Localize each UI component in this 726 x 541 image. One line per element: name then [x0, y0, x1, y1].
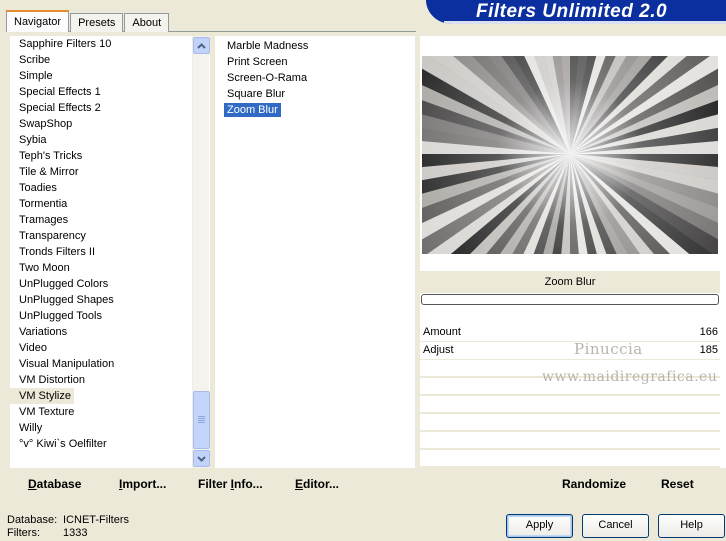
category-item[interactable]: Scribe: [10, 52, 192, 68]
button-label: Filter: [198, 477, 231, 491]
database-info: Database: ICNET-Filters Filters: 1333: [7, 514, 129, 540]
category-item[interactable]: Tramages: [10, 212, 192, 228]
progress-bar: [421, 294, 719, 305]
filter-item-label: Square Blur: [227, 88, 286, 100]
category-item[interactable]: SwapShop: [10, 116, 192, 132]
param-label: Adjust: [423, 344, 454, 356]
category-item[interactable]: Toadies: [10, 180, 192, 196]
app-title: Filters Unlimited 2.0: [476, 1, 668, 22]
category-item[interactable]: UnPlugged Tools: [10, 308, 192, 324]
apply-button[interactable]: Apply: [506, 514, 573, 538]
category-item[interactable]: Tormentia: [10, 196, 192, 212]
category-scrollbar[interactable]: [192, 36, 210, 468]
button-label: ditor...: [303, 477, 340, 491]
filter-info-button[interactable]: Filter Info...: [198, 477, 263, 491]
param-adjust[interactable]: Adjust 185: [420, 342, 720, 360]
category-item[interactable]: Visual Manipulation: [10, 356, 192, 372]
button-label: atabase: [36, 477, 82, 491]
filter-list[interactable]: Marble Madness Print Screen Screen-O-Rama S…: [215, 36, 415, 468]
category-item[interactable]: Special Effects 2: [10, 100, 192, 116]
selected-filter-name: Zoom Blur: [420, 271, 720, 293]
scroll-thumb[interactable]: [193, 391, 210, 449]
tab-about[interactable]: About: [124, 13, 170, 32]
watermark-name: Pinuccia: [574, 340, 643, 358]
filter-item-label: Zoom Blur: [224, 103, 281, 117]
param-value: 185: [699, 344, 718, 356]
param-empty-row: [420, 414, 720, 432]
preview-image: [422, 56, 718, 254]
category-item[interactable]: Teph's Tricks: [10, 148, 192, 164]
category-item[interactable]: Simple: [10, 68, 192, 84]
randomize-button[interactable]: Randomize: [562, 477, 626, 491]
category-item[interactable]: Sybia: [10, 132, 192, 148]
filter-item-label: Print Screen: [227, 56, 288, 68]
list-toolbar: Database Import... Filter Info... Editor…: [10, 470, 416, 498]
filter-item-label: Screen-O-Rama: [227, 72, 308, 84]
param-amount[interactable]: Amount 166: [420, 324, 720, 342]
category-item[interactable]: VM Stylize: [10, 388, 74, 404]
category-item[interactable]: VM Distortion: [10, 372, 192, 388]
filter-item[interactable]: Print Screen: [215, 54, 415, 70]
preview-toolbar: Randomize Reset: [420, 470, 726, 498]
category-list[interactable]: Sapphire Filters 10 Scribe Simple Special E…: [10, 36, 192, 468]
category-item[interactable]: Video: [10, 340, 192, 356]
category-item[interactable]: Special Effects 1: [10, 84, 192, 100]
parameter-list: Amount 166 Adjust 185: [420, 324, 720, 468]
help-button[interactable]: Help: [658, 514, 725, 538]
cancel-button[interactable]: Cancel: [582, 514, 649, 538]
accel-key: E: [295, 477, 304, 491]
button-label: nfo...: [234, 477, 263, 491]
filters-count-value: 1333: [63, 527, 88, 539]
param-empty-row: [420, 450, 720, 468]
import-button[interactable]: Import...: [119, 477, 166, 491]
param-value: 166: [699, 326, 718, 338]
app-banner: Filters Unlimited 2.0: [426, 0, 726, 24]
chevron-up-icon: [197, 42, 206, 49]
scroll-down-button[interactable]: [193, 450, 210, 467]
filter-item[interactable]: Square Blur: [215, 86, 415, 102]
category-item[interactable]: Willy: [10, 420, 192, 436]
grip-icon: [198, 416, 205, 424]
filter-item[interactable]: Screen-O-Rama: [215, 70, 415, 86]
category-item[interactable]: Transparency: [10, 228, 192, 244]
category-item[interactable]: Variations: [10, 324, 192, 340]
editor-button[interactable]: Editor...: [295, 477, 339, 491]
category-item[interactable]: °v° Kiwi`s Oelfilter: [10, 436, 192, 452]
chevron-down-icon: [197, 455, 206, 462]
tab-navigator[interactable]: Navigator: [6, 10, 70, 32]
tab-strip: Navigator Presets About: [6, 10, 170, 32]
reset-button[interactable]: Reset: [661, 477, 694, 491]
category-item[interactable]: UnPlugged Colors: [10, 276, 192, 292]
database-button[interactable]: Database: [28, 477, 81, 491]
category-list-panel: Sapphire Filters 10 Scribe Simple Special E…: [10, 36, 210, 468]
category-item[interactable]: VM Texture: [10, 404, 192, 420]
param-label: Amount: [423, 326, 461, 338]
database-label: Database:: [7, 514, 58, 526]
category-item[interactable]: Sapphire Filters 10: [10, 36, 192, 52]
filter-item[interactable]: Marble Madness: [215, 38, 415, 54]
button-label: mport...: [122, 477, 167, 491]
filter-item-label: Marble Madness: [227, 40, 309, 52]
watermark-url: www.maidiregrafica.eu: [542, 369, 718, 385]
category-item[interactable]: Tile & Mirror: [10, 164, 192, 180]
database-value: ICNET-Filters: [63, 514, 129, 526]
zoom-blur-preview: [422, 56, 718, 254]
category-item[interactable]: Two Moon: [10, 260, 192, 276]
tab-presets[interactable]: Presets: [70, 13, 124, 32]
filter-item[interactable]: Zoom Blur: [215, 102, 415, 118]
param-empty-row: [420, 432, 720, 450]
category-item[interactable]: UnPlugged Shapes: [10, 292, 192, 308]
accel-key: D: [28, 477, 37, 491]
scroll-up-button[interactable]: [193, 37, 210, 54]
category-item[interactable]: Tronds Filters II: [10, 244, 192, 260]
param-empty-row: [420, 396, 720, 414]
filters-count-label: Filters:: [7, 527, 40, 539]
